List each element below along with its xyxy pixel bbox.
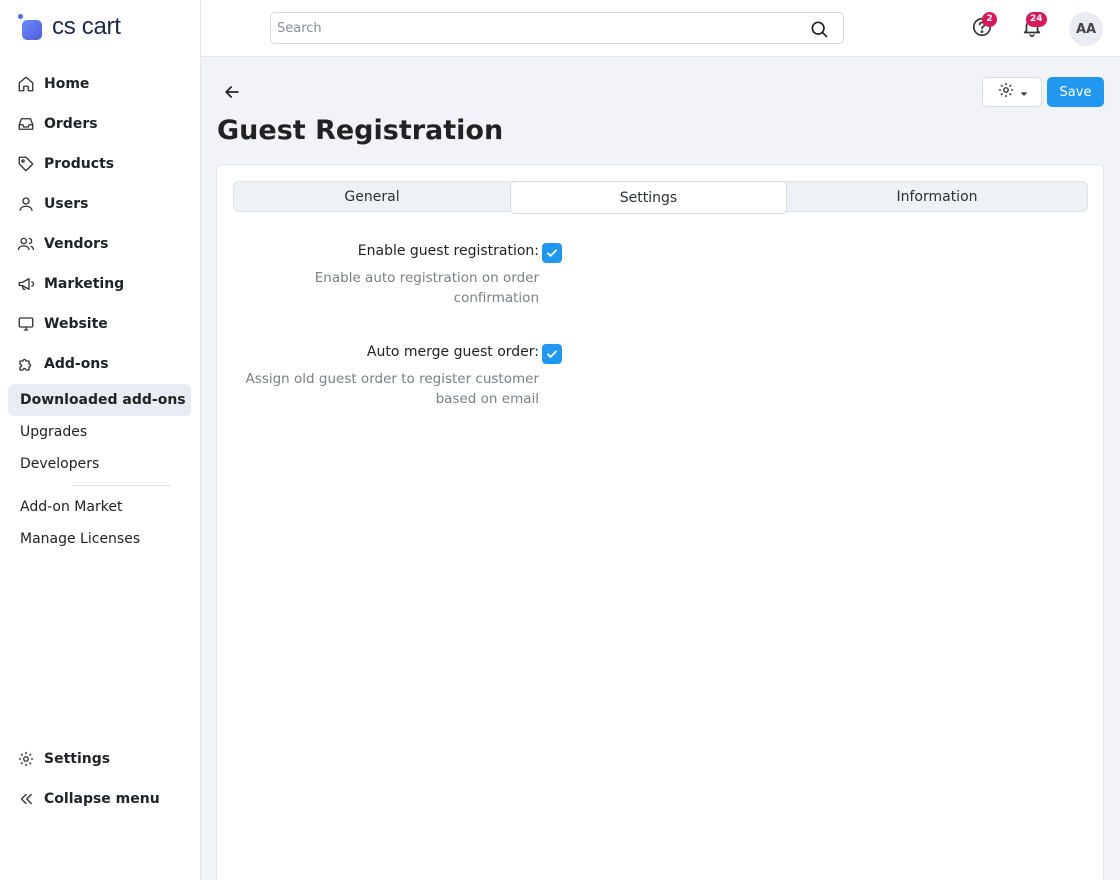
sidebar-item-label: Add-ons <box>44 356 109 372</box>
sidebar-item-label: Products <box>44 156 115 172</box>
gear-icon <box>997 81 1015 103</box>
tab-bar: General Settings Information <box>233 181 1088 214</box>
sidebar-item-settings[interactable]: Settings <box>0 739 200 779</box>
submenu-item-manage-licenses[interactable]: Manage Licenses <box>0 523 200 555</box>
settings-dropdown-button[interactable] <box>982 77 1042 107</box>
submenu-item-addon-market[interactable]: Add-on Market <box>0 491 200 523</box>
sidebar-item-label: Website <box>44 316 108 332</box>
sidebar-item-marketing[interactable]: Marketing <box>0 264 200 304</box>
users-icon <box>16 234 36 254</box>
enable-guest-registration-checkbox[interactable] <box>542 243 562 263</box>
sidebar-item-users[interactable]: Users <box>0 184 200 224</box>
tab-settings[interactable]: Settings <box>510 181 787 214</box>
settings-card: General Settings Information Enable gues… <box>216 164 1104 880</box>
sidebar-item-label: Collapse menu <box>44 791 160 807</box>
help-badge: 2 <box>982 12 997 27</box>
sidebar-item-label: Home <box>44 76 90 92</box>
search-icon[interactable] <box>809 19 829 43</box>
chevrons-left-icon <box>16 789 36 809</box>
sidebar-item-label: Marketing <box>44 276 125 292</box>
notifications-button[interactable]: 24 <box>1021 12 1047 40</box>
brand-name: cs cart <box>52 13 121 40</box>
home-icon <box>16 74 36 94</box>
addons-submenu: Downloaded add-ons Upgrades Developers A… <box>0 384 200 555</box>
search-input[interactable] <box>271 13 843 43</box>
sidebar-item-label: Settings <box>44 751 111 767</box>
brand-logo[interactable]: cs cart <box>18 12 121 42</box>
submenu-divider <box>72 485 170 486</box>
auto-merge-guest-order-checkbox[interactable] <box>542 344 562 364</box>
sidebar-item-label: Vendors <box>44 236 109 252</box>
collapse-menu-button[interactable]: Collapse menu <box>0 779 200 819</box>
avatar[interactable]: AA <box>1069 12 1103 46</box>
submenu-item-developers[interactable]: Developers <box>0 448 200 480</box>
save-button[interactable]: Save <box>1047 77 1104 107</box>
sidebar-item-website[interactable]: Website <box>0 304 200 344</box>
tag-icon <box>16 154 36 174</box>
sidebar-item-products[interactable]: Products <box>0 144 200 184</box>
check-icon <box>547 249 557 257</box>
setting-description: Assign old guest order to register custo… <box>245 371 539 407</box>
user-icon <box>16 194 36 214</box>
caret-down-icon <box>1020 83 1028 102</box>
sidebar-item-label: Orders <box>44 116 98 132</box>
monitor-icon <box>16 314 36 334</box>
sidebar-item-label: Users <box>44 196 89 212</box>
setting-label: Auto merge guest order: <box>366 344 539 360</box>
notifications-badge: 24 <box>1026 12 1047 27</box>
sidebar: cs cart Home Orders Products Users Vendo… <box>0 0 201 880</box>
submenu-item-upgrades[interactable]: Upgrades <box>0 416 200 448</box>
page-title: Guest Registration <box>217 115 504 146</box>
sidebar-nav: Home Orders Products Users Vendors Marke… <box>0 64 200 384</box>
logo-mark-icon <box>18 14 44 40</box>
setting-label: Enable guest registration: <box>357 243 539 259</box>
tab-general[interactable]: General <box>234 182 510 211</box>
sidebar-item-orders[interactable]: Orders <box>0 104 200 144</box>
setting-description: Enable auto registration on order confir… <box>314 270 539 306</box>
top-bar: 2 24 AA <box>201 0 1120 57</box>
arrow-left-icon <box>222 86 242 106</box>
tab-information[interactable]: Information <box>787 182 1087 211</box>
submenu-item-downloaded-addons[interactable]: Downloaded add-ons <box>8 384 191 416</box>
check-icon <box>547 350 557 358</box>
sidebar-bottom: Settings Collapse menu <box>0 739 200 819</box>
sidebar-item-home[interactable]: Home <box>0 64 200 104</box>
megaphone-icon <box>16 274 36 294</box>
sidebar-item-vendors[interactable]: Vendors <box>0 224 200 264</box>
puzzle-icon <box>16 354 36 374</box>
search-box <box>270 12 844 44</box>
help-button[interactable]: 2 <box>971 12 997 40</box>
inbox-icon <box>16 114 36 134</box>
sidebar-item-addons[interactable]: Add-ons <box>0 344 200 384</box>
app-root: cs cart Home Orders Products Users Vendo… <box>0 0 1120 880</box>
back-button[interactable] <box>222 82 242 102</box>
gear-icon <box>16 749 36 769</box>
